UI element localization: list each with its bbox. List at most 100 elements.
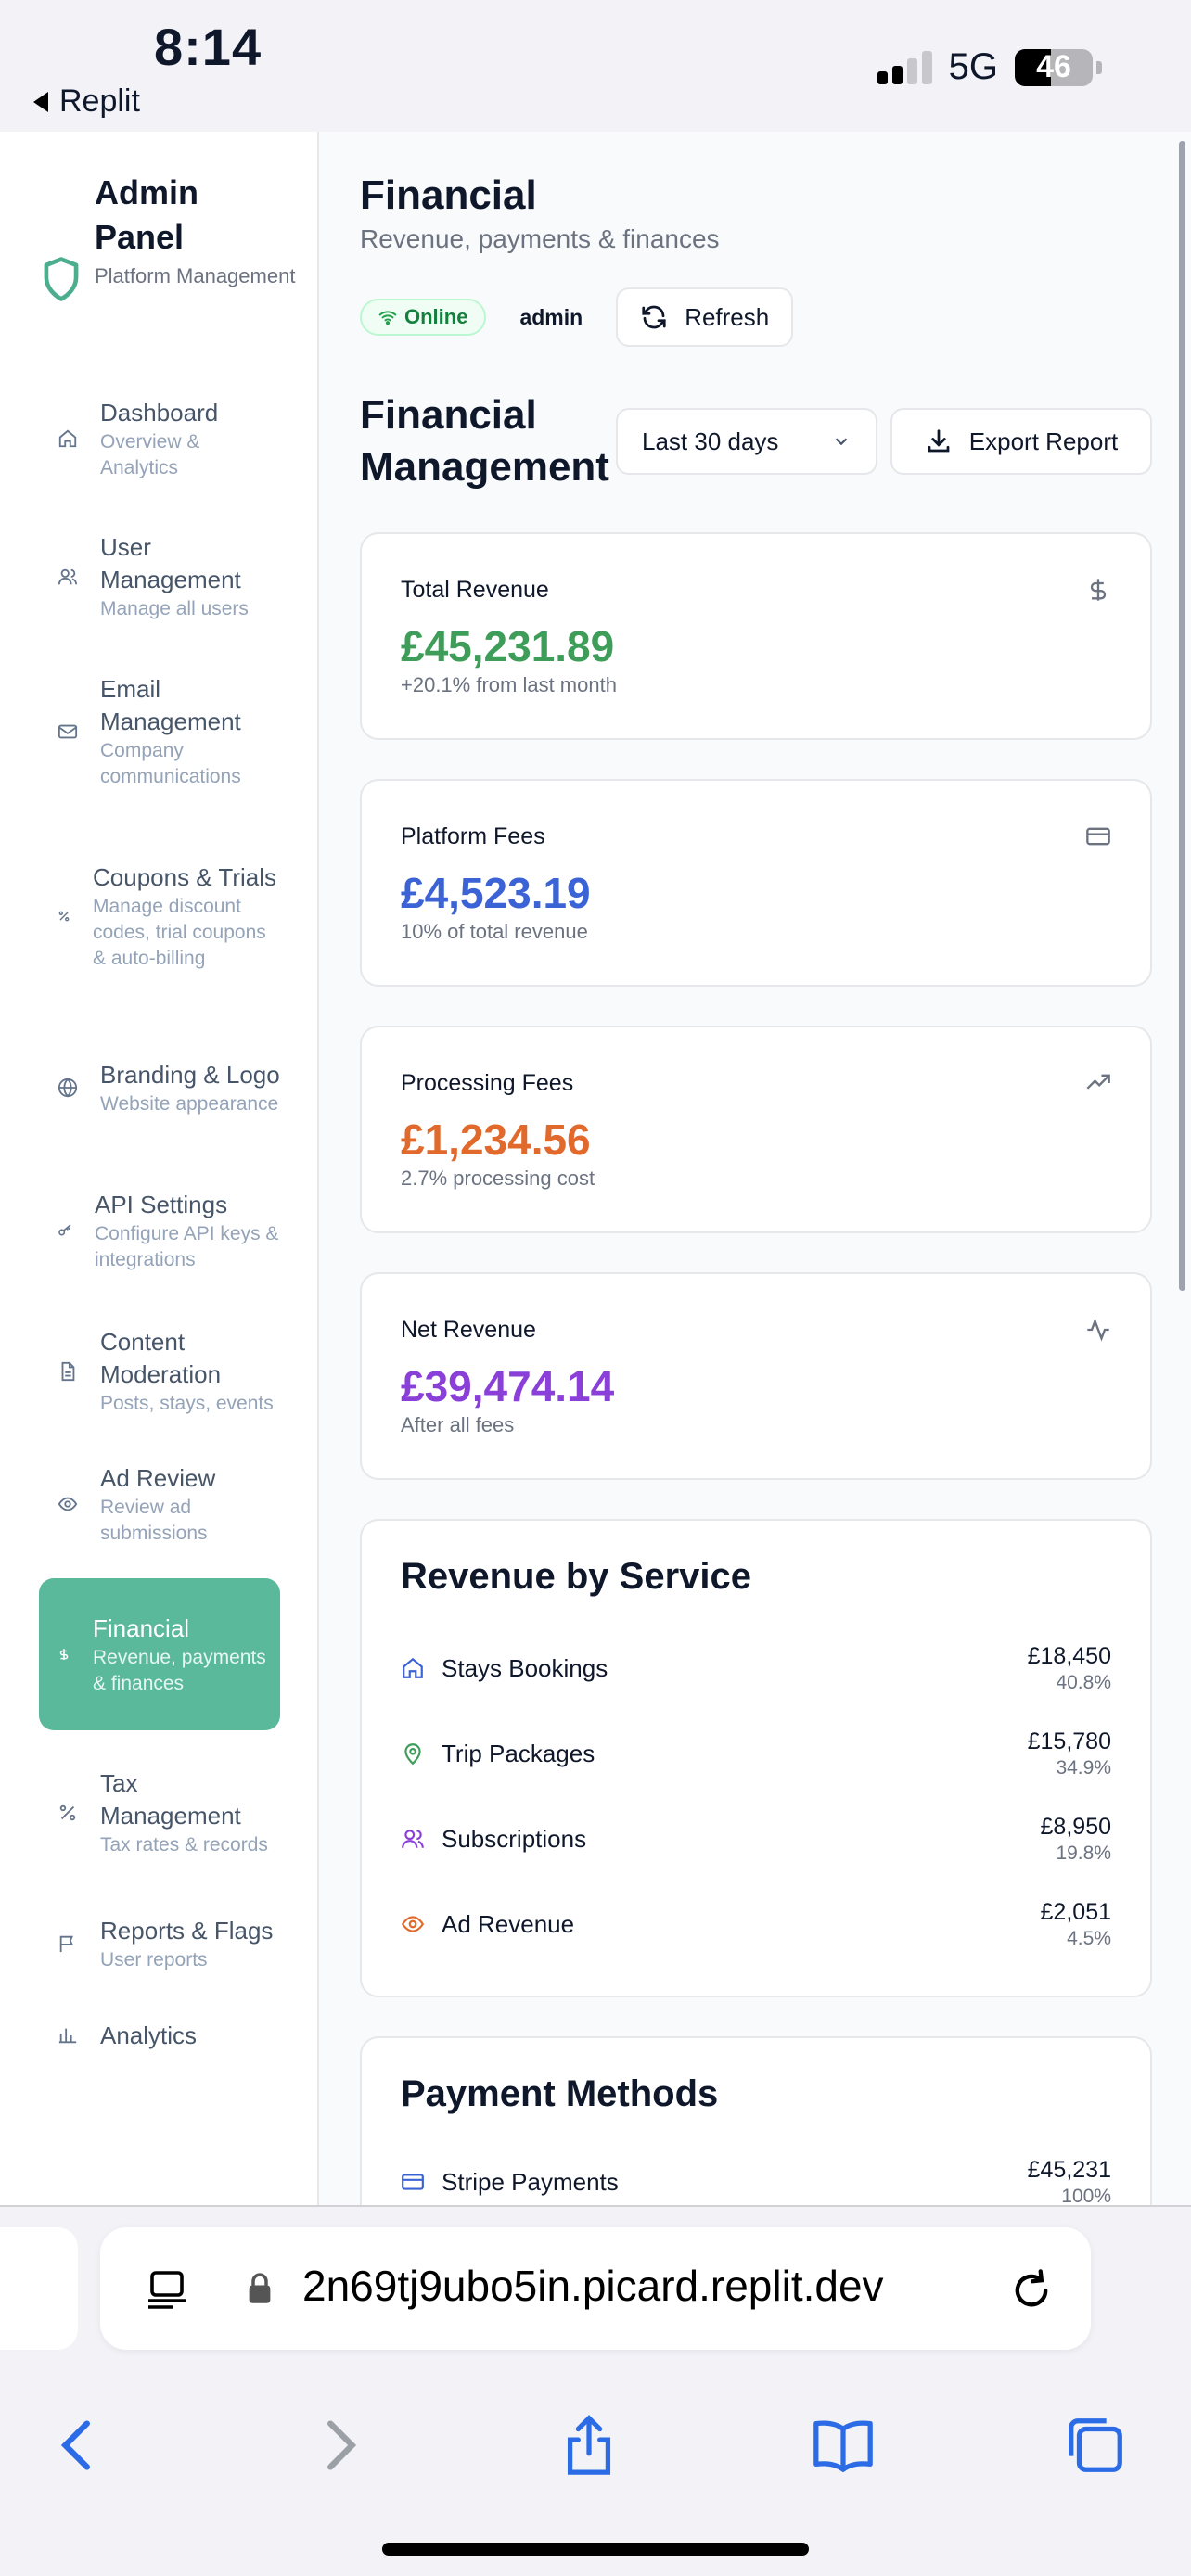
network-label: 5G — [948, 46, 998, 87]
stat-value: £1,234.56 — [401, 1116, 591, 1164]
share-icon — [567, 2415, 611, 2475]
sidebar-item-sub: Posts, stays, events — [100, 1393, 274, 1414]
sidebar-item-financial[interactable]: Financial Revenue, payments & finances — [39, 1578, 280, 1730]
refresh-icon — [642, 305, 666, 329]
sidebar-item-tax[interactable]: Tax Management Tax rates & records — [39, 1754, 280, 1871]
refresh-button[interactable]: Refresh — [616, 287, 794, 347]
service-percent: 34.9% — [1056, 1756, 1111, 1779]
sidebar-item-branding[interactable]: Branding & Logo Website appearance — [39, 1029, 280, 1146]
brand: Admin Panel Platform Management — [41, 171, 295, 302]
map-pin-icon — [404, 1743, 421, 1766]
service-percent: 4.5% — [1067, 1927, 1111, 1949]
service-amount: £15,780 — [1027, 1728, 1111, 1754]
back-button[interactable] — [46, 2413, 111, 2478]
online-status-label: Online — [404, 305, 468, 328]
wifi-icon — [378, 311, 397, 325]
eye-icon — [401, 1916, 425, 1932]
sidebar-item-label: Dashboard — [100, 398, 219, 427]
status-bar: 8:14 Replit 5G 46 — [0, 0, 1191, 132]
screen: 8:14 Replit 5G 46 Admin Panel Platform M… — [0, 0, 1191, 2576]
reader-icon[interactable] — [145, 2266, 189, 2313]
financial-management-title: Financial Management — [360, 392, 609, 490]
browser-toolbar — [0, 2394, 1191, 2496]
sidebar-item-coupons[interactable]: Coupons & Trials Manage discount codes, t… — [39, 831, 280, 1001]
flag-icon — [59, 1935, 73, 1953]
sidebar-title: Admin Panel — [95, 173, 198, 256]
forward-button[interactable] — [306, 2413, 371, 2478]
stat-card-total-revenue: Total Revenue £45,231.89 +20.1% from las… — [360, 532, 1152, 740]
page-title: Financial — [360, 172, 537, 218]
online-status-badge: Online — [360, 299, 487, 336]
stat-card-processing-fees: Processing Fees £1,234.56 2.7% processin… — [360, 1026, 1152, 1233]
sidebar-item-sub: Review ad submissions — [100, 1496, 208, 1544]
tabs-button[interactable] — [1063, 2413, 1128, 2478]
credit-card-icon — [1086, 827, 1110, 846]
file-icon — [61, 1361, 75, 1382]
status-indicators: 5G 46 — [877, 46, 1102, 88]
chevron-left-icon — [60, 2420, 90, 2470]
service-name: Stays Bookings — [442, 1653, 608, 1682]
home-icon — [58, 429, 77, 448]
back-to-app-button[interactable]: Replit — [33, 83, 140, 120]
export-report-button[interactable]: Export Report — [890, 408, 1152, 475]
stat-card-platform-fees: Platform Fees £4,523.19 10% of total rev… — [360, 779, 1152, 987]
sidebar-item-analytics[interactable]: Analytics — [39, 2020, 280, 2075]
payment-percent: 100% — [1061, 2185, 1111, 2206]
battery-percent: 46 — [1036, 49, 1071, 84]
revenue-by-service-card: Revenue by Service Stays Bookings £18,45… — [360, 1519, 1152, 1997]
shield-icon — [44, 257, 79, 301]
sidebar-item-users[interactable]: User Management Manage all users — [39, 519, 280, 634]
sidebar-item-sub: User reports — [100, 1948, 208, 1970]
stat-label: Total Revenue — [401, 577, 549, 603]
users-icon — [402, 1830, 424, 1848]
sidebar-item-sub: Manage discount codes, trial coupons & a… — [93, 895, 266, 969]
sidebar-item-label: Coupons & Trials — [93, 862, 276, 891]
sidebar-subtitle: Platform Management — [95, 264, 296, 287]
address-bar[interactable]: 2n69tj9ubo5in.picard.replit.dev — [100, 2227, 1091, 2350]
stat-note: After all fees — [401, 1413, 515, 1436]
main-content: Financial Revenue, payments & finances O… — [319, 132, 1191, 2205]
chevron-down-icon — [835, 438, 848, 446]
stat-value: £39,474.14 — [401, 1362, 615, 1410]
sidebar-item-api[interactable]: API Settings Configure API keys & integra… — [39, 1172, 280, 1289]
users-icon — [58, 568, 78, 585]
service-row-subscriptions: Subscriptions £8,950 19.8% — [401, 1806, 1111, 1871]
stat-value: £4,523.19 — [401, 869, 591, 917]
lock-icon — [249, 2273, 271, 2303]
stat-note: +20.1% from last month — [401, 673, 617, 696]
battery-cap — [1096, 60, 1102, 74]
sidebar-item-sub: Manage all users — [100, 598, 249, 619]
stat-note: 2.7% processing cost — [401, 1167, 596, 1190]
service-name: Trip Packages — [442, 1739, 596, 1767]
service-row-stays: Stays Bookings £18,450 40.8% — [401, 1636, 1111, 1701]
service-row-ads: Ad Revenue £2,051 4.5% — [401, 1892, 1111, 1957]
date-range-select[interactable]: Last 30 days — [616, 408, 877, 475]
mail-icon — [58, 724, 78, 739]
bookmarks-button[interactable] — [811, 2413, 876, 2478]
sidebar-item-reports[interactable]: Reports & Flags User reports — [39, 1899, 280, 1988]
trending-up-icon — [1086, 1074, 1110, 1090]
back-app-label: Replit — [59, 83, 140, 119]
header-status-row: Online admin Refresh — [360, 287, 794, 347]
share-button[interactable] — [557, 2413, 621, 2478]
sidebar-item-moderation[interactable]: Content Moderation Posts, stays, events — [39, 1313, 280, 1430]
sidebar-item-sub: Tax rates & records — [100, 1834, 268, 1855]
reload-icon[interactable] — [1007, 2266, 1056, 2315]
stat-value: £45,231.89 — [401, 622, 615, 670]
sidebar-item-label: Branding & Logo — [100, 1060, 280, 1089]
sidebar-item-label: Content Moderation — [100, 1328, 222, 1388]
previous-tab-peek[interactable] — [0, 2227, 78, 2350]
signal-icon — [877, 50, 932, 84]
stat-label: Platform Fees — [401, 823, 545, 849]
percent-icon — [59, 1804, 76, 1821]
browser-chrome: 2n69tj9ubo5in.picard.replit.dev — [0, 2205, 1191, 2576]
sidebar-item-dashboard[interactable]: Dashboard Overview & Analytics — [39, 382, 280, 495]
stat-card-net-revenue: Net Revenue £39,474.14 After all fees — [360, 1272, 1152, 1480]
sidebar-item-label: Reports & Flags — [100, 1916, 274, 1945]
sidebar-item-email[interactable]: Email Management Company communications — [39, 660, 280, 803]
sidebar-item-ad-review[interactable]: Ad Review Review ad submissions — [39, 1460, 280, 1549]
tabs-icon — [1069, 2418, 1122, 2472]
url-text: 2n69tj9ubo5in.picard.replit.dev — [302, 2262, 884, 2310]
scrollbar[interactable] — [1179, 141, 1185, 1291]
sidebar-item-sub: Configure API keys & integrations — [95, 1222, 279, 1270]
